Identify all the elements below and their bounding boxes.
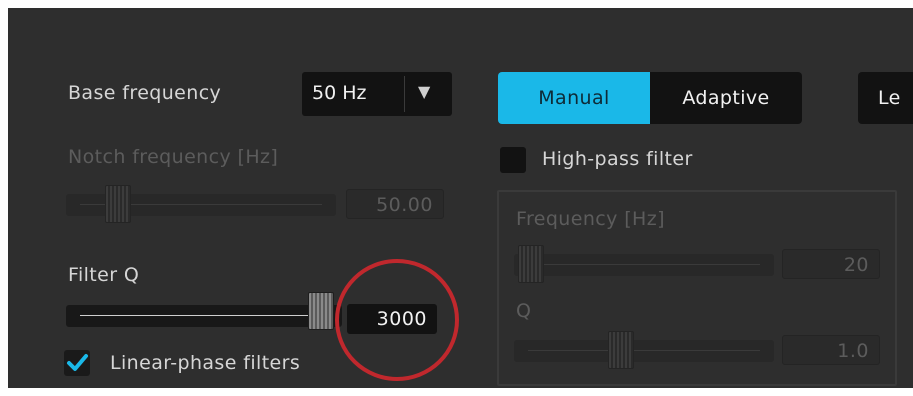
annotation-circle [335,259,459,381]
